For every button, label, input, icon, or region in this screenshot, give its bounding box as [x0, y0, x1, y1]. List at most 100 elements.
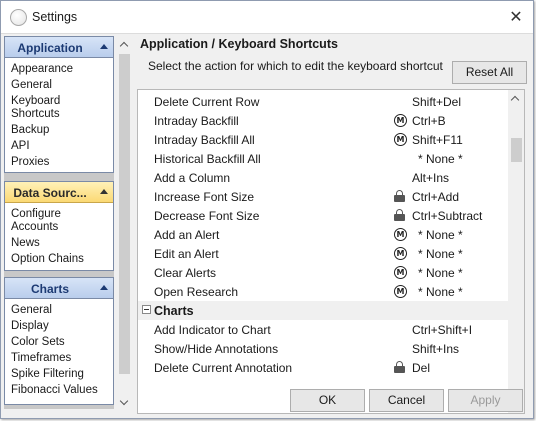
- panel-header-charts[interactable]: Charts: [5, 278, 113, 299]
- instruction-text: Select the action for which to edit the …: [148, 59, 443, 73]
- shortcut-key: * None *: [418, 228, 463, 242]
- sidebar-item-backup[interactable]: Backup: [11, 123, 113, 139]
- shortcut-row[interactable]: Edit an Alert M * None *: [138, 244, 510, 263]
- scroll-up-icon[interactable]: [120, 40, 129, 49]
- scroll-down-icon[interactable]: [120, 398, 129, 407]
- shortcut-action-name: Decrease Font Size: [154, 209, 260, 223]
- panel-title: Charts: [30, 282, 69, 296]
- shortcut-row[interactable]: Delete Current Annotation Del: [138, 358, 510, 377]
- sidebar-item-charts-general[interactable]: General: [11, 303, 113, 319]
- sidebar-item-display[interactable]: Display: [11, 319, 113, 335]
- shortcut-key: * None *: [418, 266, 463, 280]
- app-icon: [10, 9, 27, 26]
- shortcut-row[interactable]: Clear Alerts M * None *: [138, 263, 510, 282]
- panel-data-sources: Data Sourc... Configure Accounts News Op…: [4, 181, 114, 271]
- m-icon: M: [394, 133, 407, 146]
- panel-title: Application: [17, 41, 83, 55]
- shortcut-action-name: Open Research: [154, 285, 239, 299]
- settings-window: Settings ✕ Application Appearance Genera…: [0, 0, 534, 419]
- panel-title: Data Sourc...: [13, 186, 87, 200]
- m-icon: M: [394, 285, 407, 298]
- shortcut-key: Ctrl+Add: [412, 190, 460, 204]
- main-content: Application / Keyboard Shortcuts Select …: [135, 34, 533, 420]
- sidebar-item-spike-filtering[interactable]: Spike Filtering: [11, 367, 113, 383]
- shortcut-row[interactable]: Decrease Font Size Ctrl+Subtract: [138, 206, 510, 225]
- shortcut-key: * None *: [418, 152, 463, 166]
- shortcut-action-name: Intraday Backfill All: [154, 133, 255, 147]
- ok-button[interactable]: OK: [290, 389, 365, 412]
- panel-header-application[interactable]: Application: [5, 37, 113, 58]
- m-icon: M: [394, 266, 407, 279]
- shortcut-list: Delete Current Row Shift+Del Intraday Back…: [137, 89, 525, 414]
- close-button[interactable]: ✕: [505, 6, 527, 28]
- apply-button[interactable]: Apply: [448, 389, 523, 412]
- group-header-charts[interactable]: Charts: [138, 301, 510, 320]
- chevron-up-icon[interactable]: [100, 189, 108, 194]
- shortcut-row[interactable]: Add an Alert M * None *: [138, 225, 510, 244]
- shortcut-key: * None *: [418, 247, 463, 261]
- shortcut-key: * None *: [418, 285, 463, 299]
- shortcut-action-name: Show/Hide Annotations: [154, 342, 279, 356]
- scroll-up-icon[interactable]: [511, 94, 520, 103]
- shortcut-row[interactable]: Show/Hide Annotations Shift+Ins: [138, 339, 510, 358]
- title-bar: Settings ✕: [1, 1, 533, 34]
- panel-header-data-sources[interactable]: Data Sourc...: [5, 182, 113, 203]
- shortcut-row[interactable]: Historical Backfill All * None *: [138, 149, 510, 168]
- sidebar-item-timeframes[interactable]: Timeframes: [11, 351, 113, 367]
- close-icon: ✕: [509, 7, 523, 26]
- shortcut-row[interactable]: Add a Column Alt+Ins: [138, 168, 510, 187]
- shortcut-row[interactable]: Delete Current Row Shift+Del: [138, 92, 510, 111]
- shortcut-row[interactable]: Intraday Backfill All M Shift+F11: [138, 130, 510, 149]
- sidebar-scrollbar[interactable]: [117, 36, 132, 409]
- shortcut-key: Del: [412, 361, 431, 375]
- lock-icon: [394, 209, 407, 222]
- shortcut-key: Alt+Ins: [412, 171, 450, 185]
- shortcut-action-name: Delete Current Row: [154, 95, 260, 109]
- sidebar: Application Appearance General Keyboard …: [4, 36, 114, 409]
- lock-icon: [394, 190, 407, 203]
- window-title: Settings: [32, 10, 78, 24]
- shortcut-key: Ctrl+Subtract: [412, 209, 483, 223]
- m-icon: M: [394, 247, 407, 260]
- sidebar-item-fibonacci-values[interactable]: Fibonacci Values: [11, 383, 113, 399]
- shortcut-row[interactable]: Open Research M * None *: [138, 282, 510, 301]
- shortcut-key: Shift+F11: [412, 133, 463, 147]
- sidebar-item-news[interactable]: News: [11, 236, 113, 252]
- shortcut-action-name: Add a Column: [154, 171, 231, 185]
- reset-all-button[interactable]: Reset All: [452, 61, 527, 84]
- group-title: Charts: [154, 304, 194, 318]
- sidebar-item-color-sets[interactable]: Color Sets: [11, 335, 113, 351]
- sidebar-item-api[interactable]: API: [11, 139, 113, 155]
- shortcut-row[interactable]: Intraday Backfill M Ctrl+B: [138, 111, 510, 130]
- list-scrollbar[interactable]: [508, 90, 524, 413]
- shortcut-key: Ctrl+Shift+I: [412, 323, 473, 337]
- m-icon: M: [394, 228, 407, 241]
- shortcut-action-name: Add an Alert: [154, 228, 220, 242]
- chevron-up-icon[interactable]: [100, 44, 108, 49]
- sidebar-item-general[interactable]: General: [11, 78, 113, 94]
- collapse-icon[interactable]: [142, 305, 151, 314]
- chevron-up-icon[interactable]: [100, 285, 108, 290]
- m-icon: M: [394, 114, 407, 127]
- sidebar-item-option-chains[interactable]: Option Chains: [11, 252, 113, 268]
- sidebar-item-appearance[interactable]: Appearance: [11, 62, 113, 78]
- sidebar-scroll-thumb[interactable]: [119, 54, 130, 374]
- sidebar-item-configure-accounts[interactable]: Configure Accounts: [11, 207, 81, 236]
- shortcut-row[interactable]: Add Indicator to Chart Ctrl+Shift+I: [138, 320, 510, 339]
- page-title: Application / Keyboard Shortcuts: [140, 37, 338, 51]
- shortcut-action-name: Historical Backfill All: [154, 152, 261, 166]
- lock-icon: [394, 361, 407, 374]
- shortcut-action-name: Edit an Alert: [154, 247, 219, 261]
- shortcut-action-name: Add Indicator to Chart: [154, 323, 271, 337]
- cancel-button[interactable]: Cancel: [369, 389, 444, 412]
- shortcut-row[interactable]: Increase Font Size Ctrl+Add: [138, 187, 510, 206]
- sidebar-item-keyboard-shortcuts[interactable]: Keyboard Shortcuts: [11, 94, 81, 123]
- panel-charts: Charts General Display Color Sets Timefr…: [4, 277, 114, 405]
- sidebar-item-proxies[interactable]: Proxies: [11, 155, 113, 171]
- panel-application: Application Appearance General Keyboard …: [4, 36, 114, 173]
- list-scroll-thumb[interactable]: [511, 138, 522, 162]
- shortcut-key: Shift+Ins: [412, 342, 460, 356]
- shortcut-action-name: Clear Alerts: [154, 266, 217, 280]
- shortcut-key: Ctrl+B: [412, 114, 446, 128]
- shortcut-key: Shift+Del: [412, 95, 462, 109]
